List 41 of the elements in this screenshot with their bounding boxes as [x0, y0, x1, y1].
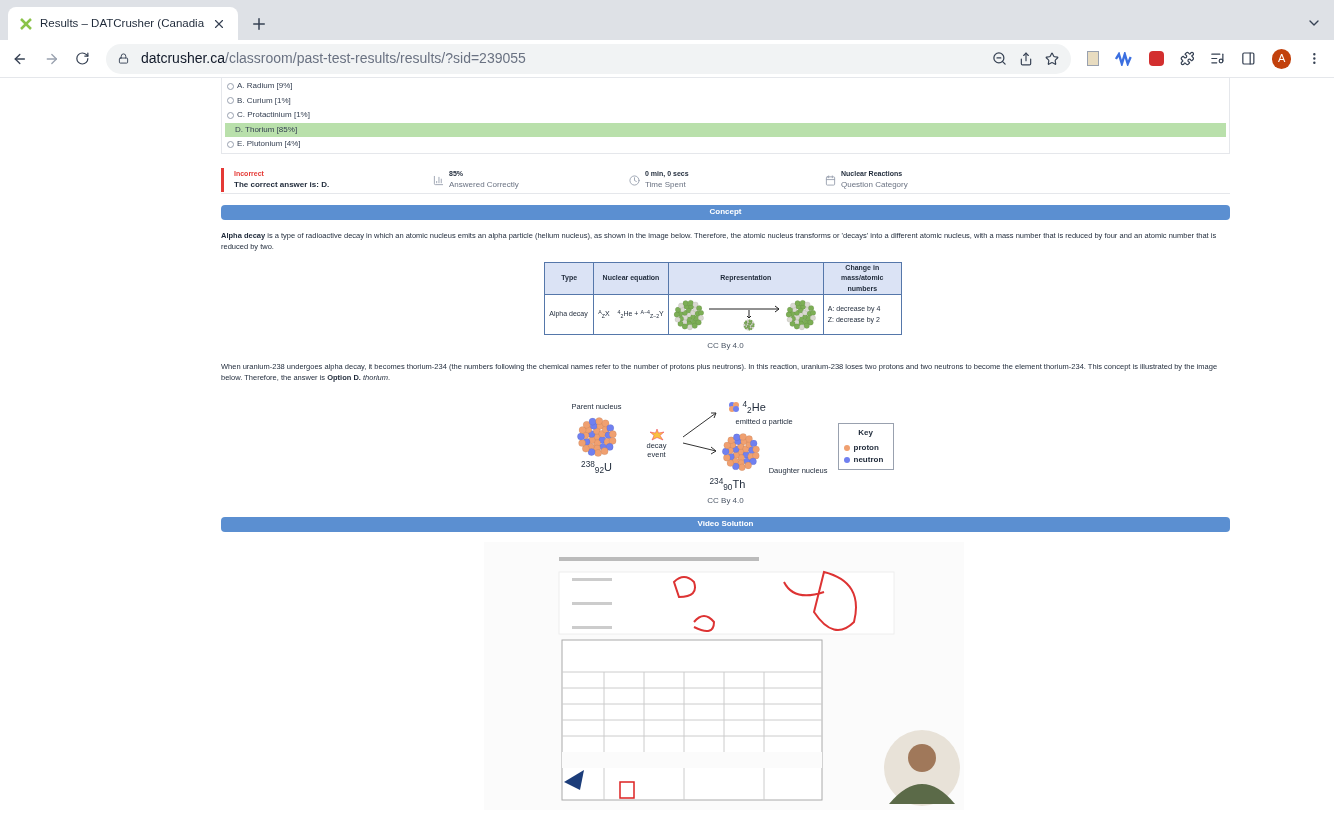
site-logo-icon	[20, 17, 32, 30]
profile-avatar[interactable]: A	[1271, 48, 1292, 69]
answer-option[interactable]: E. Plutonium [4%]	[225, 137, 1226, 152]
answer-option[interactable]: D. Thorium [85%]	[225, 122, 1226, 137]
result-detail: The correct answer is: D.	[234, 179, 331, 192]
reload-icon[interactable]	[75, 51, 90, 66]
calendar-icon	[825, 174, 836, 186]
pdf-icon[interactable]	[1149, 51, 1164, 66]
section-header: Video Solution	[221, 516, 1230, 532]
url-text: datcrusher.ca/classroom/past-test-results/results/?sid=239055	[141, 49, 527, 68]
stat-caption: Time Spent	[645, 179, 687, 192]
burst-icon	[649, 429, 664, 441]
puzzle-icon[interactable]	[1179, 51, 1195, 66]
answer-option[interactable]: B. Curium [1%]	[225, 93, 1226, 108]
key-title: Key	[858, 427, 873, 439]
stat-caption: Answered Correctly	[449, 179, 519, 192]
extension-icon[interactable]	[1086, 51, 1100, 66]
chart-icon	[433, 174, 444, 186]
address-bar[interactable]: datcrusher.ca/classroom/past-test-results/results/?sid=239055	[106, 43, 1071, 74]
clock-icon	[629, 174, 640, 186]
nucleus-drawing	[574, 415, 619, 460]
answer-option[interactable]: A. Radium [9%]	[225, 79, 1226, 94]
legend-label: proton	[853, 442, 879, 454]
share-icon[interactable]	[1018, 51, 1033, 66]
legend-label: neutron	[853, 454, 884, 466]
media-icon[interactable]	[1210, 51, 1226, 66]
zoom-icon[interactable]	[991, 51, 1007, 66]
section-header: Concept	[221, 204, 1230, 220]
new-tab-icon[interactable]	[250, 15, 268, 33]
tab-title: Results – DATCrusher (Canadia	[40, 15, 205, 31]
stat-caption: Question Category	[841, 179, 908, 192]
star-icon[interactable]	[1044, 51, 1059, 66]
waveform-icon[interactable]	[1115, 51, 1133, 66]
side-panel-icon[interactable]	[1241, 51, 1256, 66]
answer-option[interactable]: C. Protactinium [1%]	[225, 108, 1226, 123]
lock-icon	[118, 53, 129, 64]
browser-tab[interactable]: Results – DATCrusher (Canadia	[8, 7, 238, 40]
image-credit: CC By 4.0	[707, 340, 744, 352]
image-credit: CC By 4.0	[707, 494, 744, 507]
nucleus-drawing	[719, 430, 762, 473]
alpha-particle-drawing	[727, 401, 740, 414]
